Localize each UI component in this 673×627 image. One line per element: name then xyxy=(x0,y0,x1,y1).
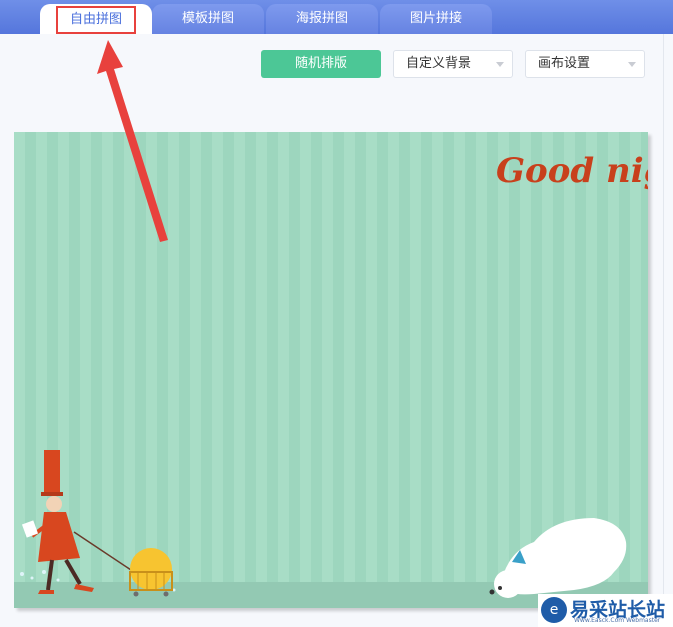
canvas-illustration: Good night xyxy=(14,151,648,608)
watermark-url: Www.Easck.Com Webmaster xyxy=(574,617,661,624)
chevron-down-icon xyxy=(496,62,504,67)
chevron-down-icon xyxy=(628,62,636,67)
collage-canvas[interactable]: Good night xyxy=(14,132,648,608)
tab-poster-collage[interactable]: 海报拼图 xyxy=(266,4,378,34)
custom-background-label: 自定义背景 xyxy=(406,56,472,71)
site-logo-icon: e xyxy=(541,597,567,623)
watermark: e 易采站长站 Www.Easck.Com Webmaster xyxy=(538,594,673,627)
tab-label: 模板拼图 xyxy=(181,11,234,26)
tab-label: 海报拼图 xyxy=(295,11,348,26)
random-layout-button[interactable]: 随机排版 xyxy=(261,50,381,78)
canvas-settings-dropdown[interactable]: 画布设置 xyxy=(525,50,645,78)
headline-text: Good night xyxy=(496,151,648,191)
tab-label: 图片拼接 xyxy=(409,11,462,26)
tab-free-collage[interactable]: 自由拼图 xyxy=(40,4,152,34)
tab-image-stitch[interactable]: 图片拼接 xyxy=(380,4,492,34)
tab-label: 自由拼图 xyxy=(55,6,136,34)
person-figure xyxy=(21,450,135,594)
tab-template-collage[interactable]: 模板拼图 xyxy=(152,4,264,34)
basket-figure xyxy=(129,548,173,597)
panel-divider xyxy=(663,34,664,627)
canvas-settings-label: 画布设置 xyxy=(538,56,591,71)
custom-background-dropdown[interactable]: 自定义背景 xyxy=(393,50,513,78)
tab-bar: 自由拼图 模板拼图 海报拼图 图片拼接 xyxy=(0,0,673,34)
